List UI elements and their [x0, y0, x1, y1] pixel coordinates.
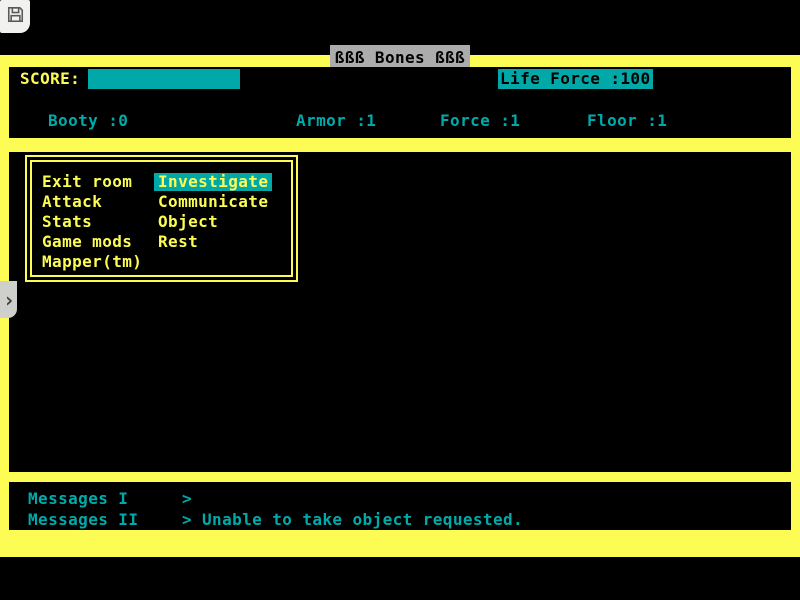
messages-2-prompt: >	[182, 510, 192, 530]
menu-item-communicate[interactable]: Communicate	[158, 193, 268, 211]
menu-item-exit-room[interactable]: Exit room	[42, 173, 132, 191]
messages-panel: Messages I > Messages II > Unable to tak…	[9, 482, 791, 530]
menu-item-object[interactable]: Object	[158, 213, 218, 231]
command-menu: Exit room Investigate Attack Communicate…	[25, 155, 298, 282]
score-label: SCORE:	[20, 69, 80, 89]
message-row: Messages II > Unable to take object requ…	[9, 510, 791, 530]
main-panel: Exit room Investigate Attack Communicate…	[9, 152, 791, 472]
game-title: ßßß Bones ßßß	[335, 48, 465, 67]
save-button[interactable]	[0, 0, 30, 33]
menu-item-investigate[interactable]: Investigate	[154, 173, 272, 191]
stat-floor: Floor :1	[587, 111, 667, 131]
command-menu-inner: Exit room Investigate Attack Communicate…	[30, 160, 293, 277]
stat-force: Force :1	[440, 111, 520, 131]
score-value: 0	[224, 89, 240, 108]
menu-item-game-mods[interactable]: Game mods	[42, 233, 132, 251]
stats-panel: SCORE: 0 Life Force :100 Booty :0 Armor …	[9, 67, 791, 138]
floppy-disk-icon	[6, 5, 25, 27]
menu-item-stats[interactable]: Stats	[42, 213, 92, 231]
stat-armor: Armor :1	[296, 111, 376, 131]
messages-2-label: Messages II	[28, 510, 138, 530]
messages-2-text: Unable to take object requested.	[202, 510, 523, 530]
stat-booty: Booty :0	[48, 111, 128, 131]
game-screen: ßßß Bones ßßß SCORE: 0 Life Force :100 B…	[0, 55, 800, 557]
chevron-right-icon: ›	[3, 288, 15, 312]
menu-item-mapper[interactable]: Mapper(tm)	[42, 253, 142, 271]
sidebar-toggle[interactable]: ›	[0, 281, 17, 318]
score-bar: 0	[88, 69, 240, 89]
message-row: Messages I >	[9, 489, 791, 509]
menu-item-attack[interactable]: Attack	[42, 193, 102, 211]
life-force-badge: Life Force :100	[498, 69, 653, 89]
messages-1-label: Messages I	[28, 489, 128, 509]
messages-1-prompt: >	[182, 489, 192, 509]
menu-item-rest[interactable]: Rest	[158, 233, 198, 251]
